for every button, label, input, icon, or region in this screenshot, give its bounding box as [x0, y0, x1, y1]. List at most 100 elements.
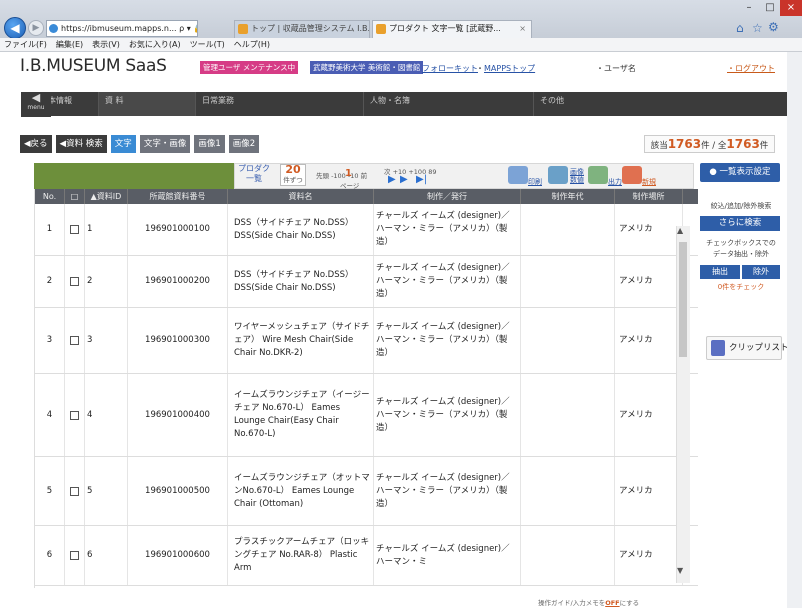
clip-list-button[interactable]: クリップリスト — [706, 336, 789, 360]
exclude-button[interactable]: 除外 — [742, 265, 780, 279]
scrollbar-thumb[interactable] — [679, 242, 687, 357]
settings-circle-icon: ● — [709, 167, 717, 177]
col-place[interactable]: 制作場所 — [615, 189, 683, 204]
row-name[interactable]: イームズラウンジチェア（イージーチェア No.670-L） Eames Loun… — [228, 374, 374, 456]
table-row[interactable]: 6 6 196901000600 プラスチックアームチェア（ロッキングチェア N… — [35, 526, 698, 586]
tab-close-icon[interactable]: × — [519, 21, 526, 37]
row-checkbox[interactable] — [65, 256, 85, 307]
table-row[interactable]: 5 5 196901000500 イームズラウンジチェア（オットマンNo.670… — [35, 457, 698, 526]
table-row[interactable]: 4 4 196901000400 イームズラウンジチェア（イージーチェア No.… — [35, 374, 698, 457]
menu-favorites[interactable]: お気に入り(A) — [129, 39, 181, 50]
tab-image1[interactable]: 画像1 — [194, 135, 225, 153]
new-record-icon[interactable] — [622, 166, 642, 184]
list-display-settings-button[interactable]: ● 一覧表示設定 — [700, 163, 780, 182]
new-record-link[interactable]: 新規 — [642, 177, 656, 187]
count-total: 1763 — [726, 137, 760, 151]
col-maker[interactable]: 制作／発行 — [374, 189, 521, 204]
checkbox[interactable] — [70, 486, 79, 496]
col-no[interactable]: No. — [35, 189, 65, 204]
stats-link[interactable]: 画像 数値 — [570, 168, 584, 184]
row-checkbox[interactable] — [65, 374, 85, 456]
tab-image2[interactable]: 画像2 — [228, 135, 260, 153]
browser-tab-active[interactable]: プロダクト 文字一覧 [武蔵野... × — [372, 20, 532, 38]
browser-tab-top[interactable]: トップ | 収蔵品管理システム I.B.... — [234, 20, 370, 38]
scroll-up-icon[interactable]: ▲ — [677, 226, 683, 235]
menu-help[interactable]: ヘルプ(H) — [234, 39, 270, 50]
tab-text[interactable]: 文字 — [110, 135, 136, 153]
guide-suffix: にする — [619, 599, 640, 607]
back-button[interactable]: ◀ — [4, 17, 26, 39]
logout-link[interactable]: ・ログアウト — [727, 63, 775, 74]
col-id[interactable]: ▲資料ID — [85, 189, 128, 204]
maximize-button[interactable]: □ — [760, 0, 780, 16]
checkbox[interactable] — [70, 225, 79, 234]
output-icon[interactable] — [588, 166, 608, 184]
close-window-button[interactable]: × — [780, 0, 802, 16]
extract-button[interactable]: 抽出 — [700, 265, 740, 279]
row-name[interactable]: イームズラウンジチェア（オットマンNo.670-L） Eames Lounge … — [228, 457, 374, 525]
next-arrow-icon[interactable]: ▶ — [388, 174, 396, 185]
search-back-button[interactable]: ◀資料 検索 — [55, 135, 107, 153]
row-name[interactable]: DSS（サイドチェア No.DSS） DSS(Side Chair No.DSS… — [228, 204, 374, 255]
row-name[interactable]: プラスチックアームチェア（ロッキングチェア No.RAR-8） Plastic … — [228, 526, 374, 585]
row-checkbox[interactable] — [65, 457, 85, 525]
nav-daily-work[interactable]: 日常業務 — [196, 92, 364, 116]
print-link[interactable]: 印刷 — [528, 177, 542, 187]
prev-page-links[interactable]: 先頭 -100 -10 前 — [316, 170, 367, 180]
row-checkbox[interactable] — [65, 308, 85, 373]
more-search-button[interactable]: さらに検索 — [700, 216, 780, 231]
col-collection-number[interactable]: 所蔵館資料番号 — [128, 189, 228, 204]
home-icon[interactable]: ⌂ — [736, 21, 744, 35]
menu-tools[interactable]: ツール(T) — [190, 39, 225, 50]
table-row[interactable]: 1 1 196901000100 DSS（サイドチェア No.DSS） DSS(… — [35, 204, 698, 256]
product-list-link[interactable]: プロダク 一覧 — [238, 164, 270, 184]
next10-arrow-icon[interactable]: ▶ — [400, 174, 408, 185]
view-tabs: ◀戻る ◀資料 検索 文字 文字・画像 画像1 画像2 — [20, 135, 260, 154]
tab-text-image[interactable]: 文字・画像 — [139, 135, 191, 153]
row-no: 6 — [35, 526, 65, 585]
minimize-button[interactable]: – — [738, 0, 760, 16]
last-arrow-icon[interactable]: ▶| — [416, 174, 427, 185]
display-settings-label: 一覧表示設定 — [719, 167, 771, 177]
checkbox[interactable] — [70, 410, 79, 420]
checkbox[interactable] — [70, 551, 79, 560]
row-checkbox[interactable] — [65, 526, 85, 585]
settings-icon[interactable]: ⚙ — [768, 20, 779, 34]
row-checkbox[interactable] — [65, 204, 85, 255]
nav-other[interactable]: その他 — [534, 92, 802, 116]
row-no: 5 — [35, 457, 65, 525]
site-logo[interactable]: I.B.MUSEUM SaaS — [20, 56, 167, 76]
guide-off-link[interactable]: OFF — [605, 599, 619, 607]
nav-materials[interactable]: 資 料 — [99, 92, 196, 116]
row-place: アメリカ — [615, 374, 683, 456]
checkbox[interactable] — [70, 336, 79, 345]
per-page-select[interactable]: 20 件ずつ — [280, 164, 306, 186]
forward-button[interactable]: ▶ — [28, 20, 44, 36]
back-link-button[interactable]: ◀戻る — [20, 135, 52, 153]
menu-edit[interactable]: 編集(E) — [56, 39, 83, 50]
print-icon[interactable] — [508, 166, 528, 184]
menu-toggle-button[interactable]: ◀ menu — [21, 92, 51, 117]
row-name[interactable]: DSS（サイドチェア No.DSS） DSS(Side Chair No.DSS… — [228, 256, 374, 307]
col-check[interactable]: □ — [65, 189, 85, 204]
row-year — [521, 374, 615, 456]
favorites-icon[interactable]: ☆ — [752, 21, 763, 35]
follow-kit-link[interactable]: フォローキット — [422, 63, 478, 74]
row-year — [521, 204, 615, 255]
checkbox[interactable] — [70, 277, 79, 286]
mapps-top-link[interactable]: MAPPSトップ — [484, 63, 535, 74]
col-year[interactable]: 制作年代 — [521, 189, 615, 204]
output-link[interactable]: 出力 — [608, 177, 622, 187]
count-prefix: 該当 — [650, 141, 668, 151]
university-badge: 武蔵野美術大学 美術館・図書館 — [310, 61, 424, 74]
nav-people[interactable]: 人物・名簿 — [364, 92, 534, 116]
row-name[interactable]: ワイヤーメッシュチェア（サイドチェア） Wire Mesh Chair(Side… — [228, 308, 374, 373]
menu-file[interactable]: ファイル(F) — [4, 39, 47, 50]
stats-icon[interactable] — [548, 166, 568, 184]
scroll-down-icon[interactable]: ▼ — [677, 566, 683, 575]
col-name[interactable]: 資料名 — [228, 189, 374, 204]
menu-view[interactable]: 表示(V) — [92, 39, 120, 50]
table-row[interactable]: 3 3 196901000300 ワイヤーメッシュチェア（サイドチェア） Wir… — [35, 308, 698, 374]
address-bar[interactable]: https://ibmuseum.mapps.n... ρ ▾ 🔒 C — [46, 20, 198, 37]
table-row[interactable]: 2 2 196901000200 DSS（サイドチェア No.DSS） DSS(… — [35, 256, 698, 308]
